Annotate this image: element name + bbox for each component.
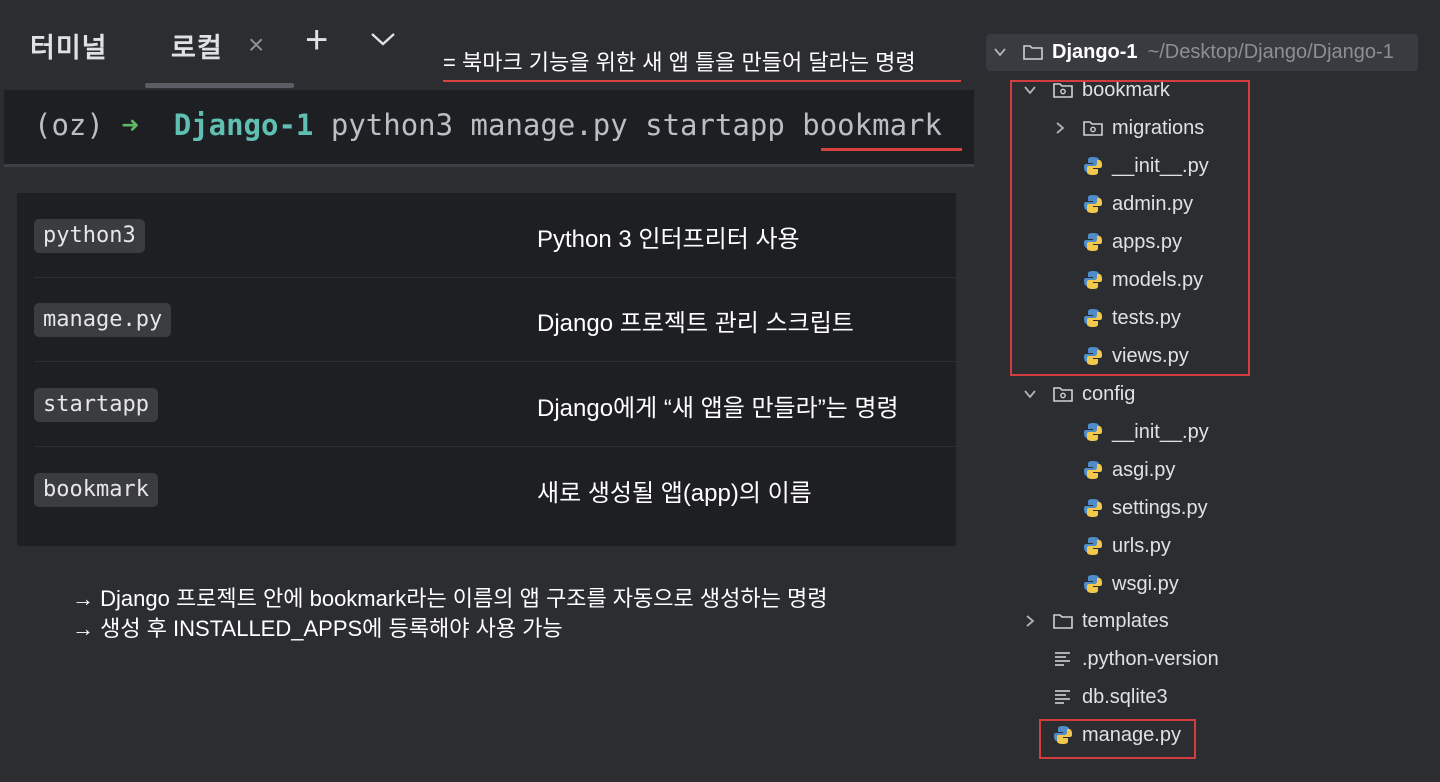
note-line: → 생성 후 INSTALLED_APPS에 등록해야 사용 가능: [72, 616, 563, 641]
tree-item-templates[interactable]: templates: [1022, 603, 1169, 639]
table-row: bookmark 새로 생성될 앱(app)의 이름: [34, 447, 956, 531]
folder-icon: [1023, 45, 1043, 60]
python-file-icon: [1084, 423, 1102, 441]
table-row: manage.py Django 프로젝트 관리 스크립트: [34, 277, 956, 362]
terminal-command-line[interactable]: (oz) ➜ Django-1 python3 manage.py starta…: [4, 90, 974, 167]
chevron-down-icon[interactable]: [369, 28, 397, 50]
tree-item-label: asgi.py: [1112, 458, 1176, 481]
tree-item-file[interactable]: .python-version: [1052, 641, 1219, 677]
prompt-arrow-icon: ➜: [121, 108, 139, 142]
python-file-icon: [1084, 537, 1102, 555]
tree-root[interactable]: Django-1 ~/Desktop/Django/Django-1: [992, 34, 1394, 70]
code-chip: bookmark: [34, 473, 158, 507]
code-chip: startapp: [34, 388, 158, 422]
text-file-icon: [1055, 690, 1070, 704]
tree-item-label: __init__.py: [1112, 420, 1209, 443]
chevron-down-icon[interactable]: [1022, 386, 1038, 402]
command-annotation: = 북마크 기능을 위한 새 앱 틀을 만들어 달라는 명령: [443, 50, 916, 75]
table-row: python3 Python 3 인터프리터 사용: [34, 193, 956, 278]
tree-item-label: wsgi.py: [1112, 572, 1179, 595]
note-line: → Django 프로젝트 안에 bookmark라는 이름의 앱 구조를 자동…: [72, 586, 828, 611]
tree-item-file[interactable]: asgi.py: [1082, 452, 1175, 488]
code-chip: manage.py: [34, 303, 172, 337]
tree-item-file[interactable]: urls.py: [1082, 528, 1171, 564]
plus-icon[interactable]: +: [305, 18, 328, 62]
python-file-icon: [1084, 499, 1102, 517]
tree-item-config[interactable]: config: [1022, 376, 1135, 412]
row-description: 새로 생성될 앱(app)의 이름: [537, 480, 812, 507]
project-tree: Django-1 ~/Desktop/Django/Django-1 bookm…: [980, 0, 1440, 782]
command-text: (oz) ➜ Django-1 python3 manage.py starta…: [34, 108, 942, 142]
tree-item-file[interactable]: settings.py: [1082, 490, 1208, 526]
tree-item-file[interactable]: db.sqlite3: [1052, 679, 1168, 715]
tree-item-label: settings.py: [1112, 496, 1208, 519]
tree-item-label: config: [1082, 382, 1136, 405]
row-description: Django 프로젝트 관리 스크립트: [537, 310, 854, 337]
folder-icon: [1053, 614, 1073, 629]
annotation-underline: [443, 80, 961, 82]
table-row: startapp Django에게 “새 앱을 만들라”는 명령: [34, 362, 956, 447]
active-tab-indicator: [145, 83, 294, 88]
terminal-tabbar: 터미널 로컬 × + = 북마크 기능을 위한 새 앱 틀을 만들어 달라는 명…: [0, 0, 975, 88]
tree-item-label: templates: [1082, 609, 1169, 632]
manage-py-highlight-box: [1039, 719, 1196, 759]
row-description: Python 3 인터프리터 사용: [537, 226, 800, 253]
chevron-right-icon[interactable]: [1022, 613, 1038, 629]
text-file-icon: [1055, 652, 1070, 666]
tree-item-file[interactable]: wsgi.py: [1082, 566, 1179, 602]
prompt-env: (oz): [34, 108, 104, 142]
bookmark-underline: [821, 148, 962, 151]
tab-local[interactable]: 로컬: [171, 26, 223, 65]
explanation-table: python3 Python 3 인터프리터 사용 manage.py Djan…: [17, 193, 956, 546]
row-description: Django에게 “새 앱을 만들라”는 명령: [537, 395, 899, 422]
python-file-icon: [1084, 461, 1102, 479]
close-icon[interactable]: ×: [248, 30, 264, 60]
bookmark-highlight-box: [1010, 80, 1250, 376]
python-file-icon: [1084, 575, 1102, 593]
prompt-directory: Django-1: [173, 108, 314, 142]
project-path: ~/Desktop/Django/Django-1: [1147, 40, 1394, 63]
tree-item-label: db.sqlite3: [1082, 685, 1168, 708]
package-folder-icon: [1053, 387, 1073, 402]
terminal-title: 터미널: [30, 33, 108, 63]
tree-item-file[interactable]: __init__.py: [1082, 414, 1209, 450]
command-input: python3 manage.py startapp bookmark: [330, 108, 942, 142]
chevron-down-icon[interactable]: [992, 44, 1008, 60]
tree-item-label: urls.py: [1112, 534, 1171, 557]
code-chip: python3: [34, 219, 145, 253]
project-name: Django-1: [1052, 40, 1138, 63]
tree-item-label: .python-version: [1082, 647, 1219, 670]
